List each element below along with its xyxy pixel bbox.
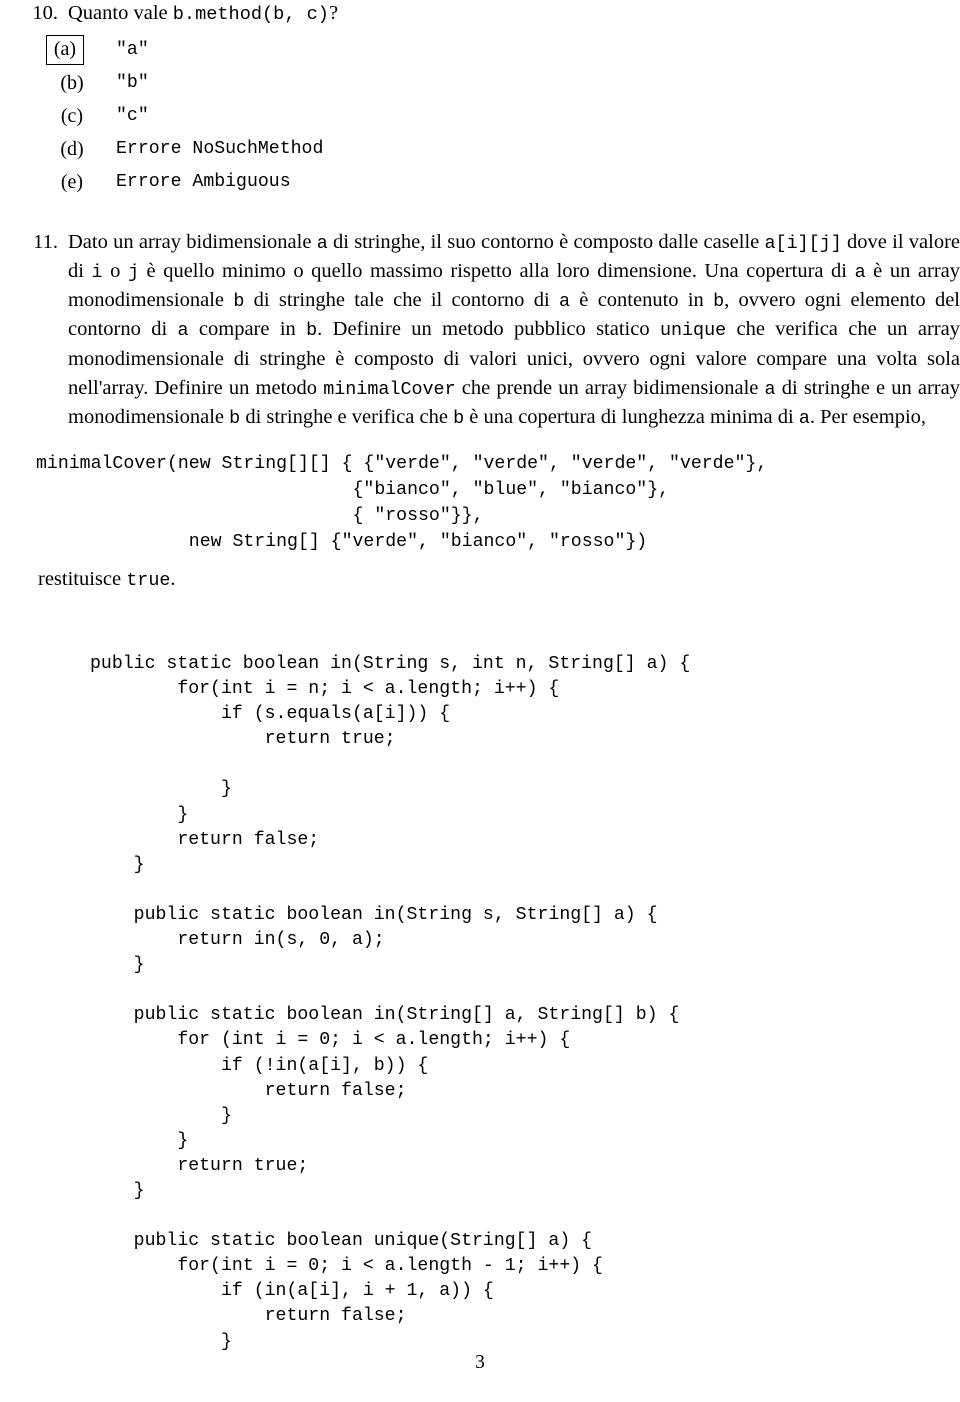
option-text-a: "a" [116, 40, 149, 61]
option-label-b[interactable]: (b) [46, 69, 98, 97]
p-t15: di stringhe e verifica che [240, 405, 454, 428]
p-t4: o [102, 260, 128, 283]
p-c11: unique [659, 320, 727, 342]
p-c8: b [713, 291, 725, 313]
option-row-a[interactable]: (a) "a" [0, 34, 960, 67]
result-code: true [126, 570, 171, 591]
question-10-options: (a) "a" (b) "b" (c) "c" (d) Errore NoSuc… [0, 34, 960, 199]
p-c9: a [177, 320, 189, 342]
p-c5: a [854, 262, 866, 284]
prompt-suffix: ? [328, 2, 339, 24]
option-row-e[interactable]: (e) Errore Ambiguous [0, 166, 960, 199]
p-t10: compare in [188, 318, 307, 341]
p-c13: a [764, 378, 776, 400]
result-suffix: . [170, 568, 176, 590]
p-t5: è quello minimo o quello massimo rispett… [138, 260, 855, 283]
option-label-d[interactable]: (d) [46, 135, 98, 163]
question-10-prompt-text: Quanto vale b.method(b, c)? [68, 0, 960, 27]
question-10: 10. Quanto vale b.method(b, c)? (a) "a" … [0, 0, 960, 199]
question-10-number: 10. [32, 2, 58, 24]
p-c3: i [91, 262, 103, 284]
option-text-e: Errore Ambiguous [116, 172, 291, 193]
p-c14: b [229, 407, 241, 429]
p-t2: di stringhe, il suo contorno è composto … [327, 231, 765, 253]
option-row-d[interactable]: (d) Errore NoSuchMethod [0, 133, 960, 166]
p-c6: b [233, 291, 245, 313]
p-c1: a [316, 233, 328, 254]
p-t13: che prende un array bidimensionale [455, 376, 765, 399]
page-number: 3 [475, 1352, 485, 1373]
prompt-prefix: Quanto vale [68, 2, 173, 24]
p-t7: di stringhe tale che il contorno di [244, 289, 559, 312]
question-11-prompt: 11. Dato un array bidimensionale a di st… [0, 228, 960, 432]
p-c7: a [558, 291, 571, 313]
question-10-prompt: 10. Quanto vale b.method(b, c)? [0, 0, 960, 27]
p-t8: è contenuto in [570, 289, 714, 312]
option-label-c[interactable]: (c) [46, 102, 98, 130]
option-text-c: "c" [116, 106, 149, 127]
p-c15: b [453, 407, 465, 429]
p-t1: Dato un array bidimensionale [68, 231, 317, 253]
option-label-a[interactable]: (a) [46, 35, 84, 66]
p-c10: b [306, 320, 318, 342]
p-t11: . Definire un metodo pubblico statico [317, 318, 660, 341]
option-row-b[interactable]: (b) "b" [0, 67, 960, 100]
p-c2: a[i][j] [764, 233, 842, 254]
p-t16: è una copertura di lunghezza minima di [464, 405, 799, 428]
question-11-number: 11. [33, 231, 58, 253]
p-t17: . Per esempio, [809, 405, 927, 428]
option-text-b: "b" [116, 73, 149, 94]
exam-page: 10. Quanto vale b.method(b, c)? (a) "a" … [0, 0, 960, 1402]
option-row-c[interactable]: (c) "c" [0, 100, 960, 133]
p-c4: j [127, 262, 139, 284]
question-11-paragraph: Dato un array bidimensionale a di string… [68, 228, 960, 432]
result-text: restituisce [38, 568, 127, 590]
option-text-d: Errore NoSuchMethod [116, 139, 324, 160]
p-c16: a [798, 407, 810, 429]
example-code-block: minimalCover(new String[][] { {"verde", … [36, 454, 768, 552]
option-label-e[interactable]: (e) [46, 168, 98, 196]
java-code-listing: public static boolean in(String s, int n… [90, 654, 691, 1352]
question-11: 11. Dato un array bidimensionale a di st… [0, 228, 960, 432]
prompt-code: b.method(b, c) [172, 4, 329, 25]
p-c12: minimalCover [323, 378, 456, 400]
example-result-line: restituisce true. [38, 568, 176, 591]
